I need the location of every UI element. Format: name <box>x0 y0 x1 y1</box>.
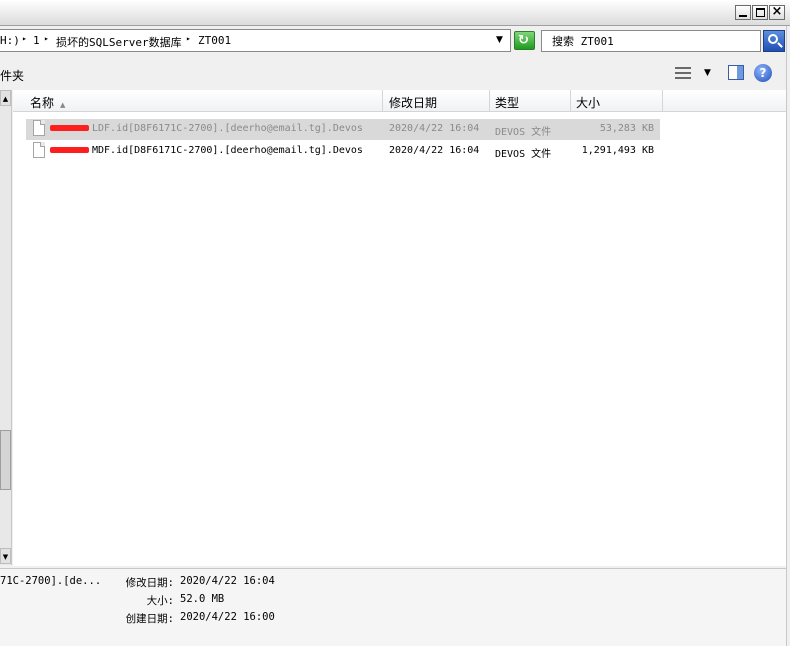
window-border <box>786 26 790 646</box>
redaction-mark <box>50 147 89 153</box>
file-name: MDF.id[D8F6171C-2700].[deerho@email.tg].… <box>92 145 363 156</box>
minimize-button[interactable] <box>735 5 751 20</box>
column-type[interactable]: 类型 <box>490 90 571 112</box>
breadcrumb-folder-1[interactable]: 1 <box>33 34 40 47</box>
breadcrumb-arrow-icon[interactable]: ▸ <box>22 34 27 43</box>
new-folder-button[interactable]: 件夹 <box>0 67 24 84</box>
command-bar: 件夹 ▼ ? <box>0 58 790 90</box>
refresh-button[interactable]: ↻ <box>514 31 535 50</box>
file-type: DEVOS 文件 <box>495 127 552 138</box>
details-filename: 71C-2700].[de... <box>0 575 102 587</box>
file-icon <box>33 120 45 136</box>
sort-ascending-icon: ▲ <box>60 101 66 109</box>
file-date: 2020/4/22 16:04 <box>389 123 480 134</box>
breadcrumb-arrow-icon[interactable]: ▸ <box>44 34 49 43</box>
column-size[interactable]: 大小 <box>571 90 663 112</box>
scroll-up-icon[interactable]: ▲ <box>0 90 11 106</box>
preview-pane-icon[interactable] <box>728 65 744 80</box>
details-created-label: 创建日期: <box>125 613 174 625</box>
breadcrumb-folder-db[interactable]: 损坏的SQLServer数据库 <box>56 34 182 50</box>
view-icon[interactable] <box>675 66 693 80</box>
view-dropdown-icon[interactable]: ▼ <box>704 68 711 78</box>
file-type: DEVOS 文件 <box>495 149 552 160</box>
file-size: 53,283 KB <box>599 123 654 134</box>
search-button[interactable] <box>763 30 785 52</box>
file-name: LDF.id[D8F6171C-2700].[deerho@email.tg].… <box>92 123 363 134</box>
details-size-label: 大小: <box>146 595 174 607</box>
address-bar[interactable]: H:) ▸ 1 ▸ 损坏的SQLServer数据库 ▸ ZT001 <box>0 29 511 52</box>
file-row[interactable]: LDF.id[D8F6171C-2700].[deerho@email.tg].… <box>26 119 660 140</box>
details-pane: 71C-2700].[de... 修改日期: 2020/4/22 16:04 大… <box>0 568 790 646</box>
breadcrumb-arrow-icon[interactable]: ▸ <box>186 34 191 43</box>
column-name-label: 名称 <box>30 96 55 110</box>
details-modified-value: 2020/4/22 16:04 <box>180 575 275 587</box>
scroll-down-icon[interactable]: ▼ <box>0 548 11 564</box>
close-icon: × <box>771 4 783 19</box>
file-row[interactable]: MDF.id[D8F6171C-2700].[deerho@email.tg].… <box>26 141 660 162</box>
refresh-icon: ↻ <box>518 33 529 48</box>
column-name[interactable]: 名称 ▲ <box>13 90 383 112</box>
file-list: 名称 ▲ 修改日期 类型 大小 LDF.id[D8F6171C-2700].[de… <box>13 90 790 566</box>
column-date[interactable]: 修改日期 <box>384 90 490 112</box>
details-modified-label: 修改日期: <box>125 577 174 589</box>
title-bar: × <box>0 0 790 26</box>
maximize-icon <box>756 8 765 17</box>
scrollbar-thumb[interactable] <box>0 430 11 490</box>
file-icon <box>33 142 45 158</box>
file-date: 2020/4/22 16:04 <box>389 145 480 156</box>
details-size-value: 52.0 MB <box>180 593 225 605</box>
search-box[interactable] <box>541 30 761 52</box>
address-dropdown-icon[interactable]: ▼ <box>496 35 503 45</box>
breadcrumb-drive[interactable]: H:) <box>0 34 20 47</box>
navigation-scrollbar[interactable]: ▲ ▼ <box>0 90 12 565</box>
column-header: 名称 ▲ 修改日期 类型 大小 <box>13 90 790 112</box>
minimize-icon <box>739 15 747 17</box>
help-icon[interactable]: ? <box>754 64 772 82</box>
search-input[interactable] <box>542 31 760 51</box>
search-icon-handle <box>777 42 783 48</box>
breadcrumb-folder-zt001[interactable]: ZT001 <box>198 34 231 47</box>
maximize-button[interactable] <box>752 5 768 20</box>
redaction-mark <box>50 125 89 131</box>
close-button[interactable]: × <box>769 4 785 20</box>
file-size: 1,291,493 KB <box>581 145 654 156</box>
details-created-value: 2020/4/22 16:00 <box>180 611 275 623</box>
